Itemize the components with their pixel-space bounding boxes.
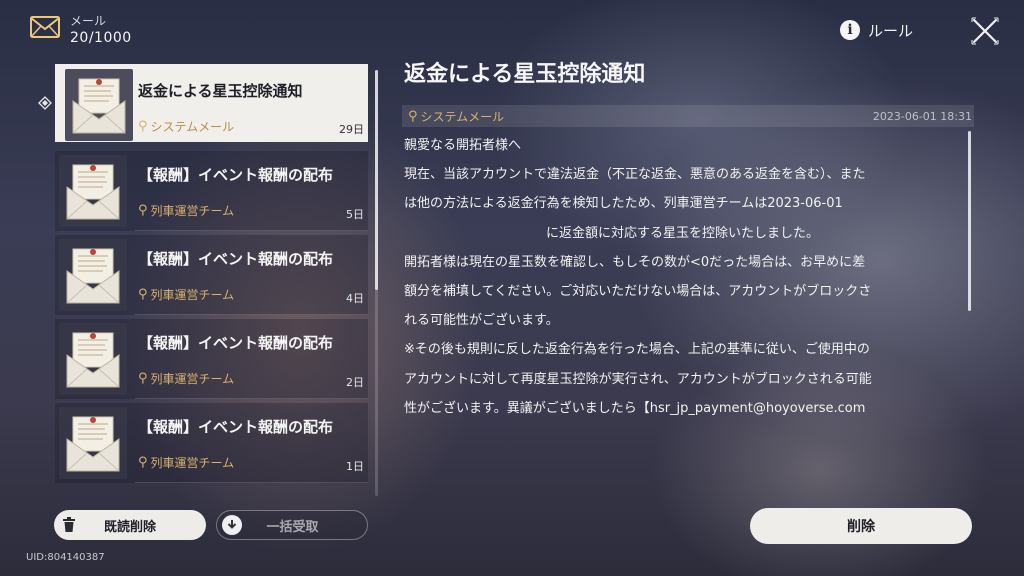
sender-pin-icon: ⚲ (138, 371, 148, 386)
rule-label: ルール (868, 21, 914, 40)
delete-read-label: 既読削除 (103, 519, 156, 535)
detail-body-line: 額分を補填してください。ご対応いただけない場合は、アカウントがブロックさ (404, 284, 872, 300)
mail-sender-name: 列車運営チーム (150, 372, 235, 386)
mail-thumbnail (65, 69, 133, 141)
mail-sender-name: 列車運営チーム (150, 204, 235, 218)
mail-subject: 【報酬】イベント報酬の配布 (138, 334, 334, 352)
detail-title: 返金による星玉控除通知 (404, 62, 646, 87)
mail-thumbnail (59, 407, 127, 479)
mail-list-item[interactable]: 【報酬】イベント報酬の配布 ⚲ 列車運営チーム 5日 (55, 151, 368, 231)
mail-age: 29日 (339, 123, 364, 136)
mail-list-item[interactable]: 【報酬】イベント報酬の配布 ⚲ 列車運営チーム 4日 (55, 235, 368, 315)
mail-list-item[interactable]: 【報酬】イベント報酬の配布 ⚲ 列車運営チーム 2日 (55, 319, 368, 399)
mail-envelope-icon (30, 16, 60, 38)
mail-sender-name: 列車運営チーム (150, 456, 235, 470)
mail-sender: ⚲ 列車運営チーム (138, 370, 234, 387)
mail-sender-name: システムメール (150, 120, 235, 134)
info-icon: i (840, 20, 860, 40)
mail-age: 4日 (346, 292, 364, 305)
detail-body-line: アカウントに対して再度星玉控除が実行され、アカウントがブロックされる可能 (404, 371, 872, 387)
item-divider (135, 482, 368, 483)
mail-sender: ⚲ システムメール (138, 118, 234, 135)
delete-button[interactable]: 削除 (750, 508, 972, 544)
detail-body-line: 親愛なる開拓者様へ (404, 138, 522, 153)
detail-scrollbar[interactable] (968, 131, 971, 311)
detail-body-line: 現在、当該アカウントで違法返金（不正な返金、悪意のある返金を含む）、また (404, 167, 866, 183)
detail-body-line: 開拓者様は現在の星玉数を確認し、もしその数が<0だった場合は、お早めに差 (404, 254, 866, 270)
mail-list-item[interactable]: 【報酬】イベント報酬の配布 ⚲ 列車運営チーム 1日 (55, 403, 368, 483)
mail-count: 20/1000 (70, 30, 132, 46)
mail-sender: ⚲ 列車運営チーム (138, 202, 234, 219)
uid-text: UID:804140387 (26, 552, 105, 563)
mail-list: 返金による星玉控除通知 ⚲ システムメール 29日 【報酬】イベント報酬の配布 ⚲ 列車運営… (55, 64, 368, 487)
detail-sender: ⚲ システムメール (408, 108, 504, 125)
close-x-icon[interactable] (968, 14, 1002, 48)
mail-age: 2日 (346, 376, 364, 389)
detail-body-line: は他の方法による返金行為を検知したため、列車運営チームは2023-06-01 (404, 196, 843, 212)
mail-age: 5日 (346, 208, 364, 221)
mail-label: メール (70, 14, 107, 28)
mail-subject: 返金による星玉控除通知 (138, 82, 303, 100)
mail-thumbnail (59, 155, 127, 227)
mail-thumbnail (59, 323, 127, 395)
mail-subject: 【報酬】イベント報酬の配布 (138, 166, 334, 184)
item-divider (135, 230, 368, 231)
detail-body[interactable]: 親愛なる開拓者様へ現在、当該アカウントで違法返金（不正な返金、悪意のある返金を含… (404, 131, 964, 439)
trash-icon (60, 516, 78, 534)
download-arrow-icon (222, 515, 242, 535)
item-divider (135, 398, 368, 399)
sender-pin-icon: ⚲ (408, 108, 418, 124)
mail-thumbnail (59, 239, 127, 311)
mail-sender: ⚲ 列車運営チーム (138, 286, 234, 303)
sender-pin-icon: ⚲ (138, 203, 148, 218)
delete-label: 削除 (847, 519, 875, 535)
detail-body-line: 性がございます。異議がございましたら【hsr_jp_payment@hoyove… (404, 400, 866, 416)
sender-pin-icon: ⚲ (138, 287, 148, 302)
detail-body-line: ※その後も規則に反した返金行為を行った場合、上記の基準に従い、ご使用中の (404, 342, 870, 358)
sender-pin-icon: ⚲ (138, 119, 148, 134)
detail-date: 2023-06-01 18:31 (872, 109, 972, 123)
mail-age: 1日 (346, 460, 364, 473)
receive-all-label: 一括受取 (266, 519, 319, 535)
mail-sender-name: 列車運営チーム (150, 288, 235, 302)
sender-pin-icon: ⚲ (138, 455, 148, 470)
detail-sender-name: システムメール (420, 109, 505, 124)
receive-all-button[interactable]: 一括受取 (216, 510, 368, 540)
mail-subject: 【報酬】イベント報酬の配布 (138, 250, 334, 268)
mail-list-scroll-thumb[interactable] (375, 70, 378, 290)
mail-list-item[interactable]: 返金による星玉控除通知 ⚲ システムメール 29日 (55, 64, 368, 142)
mail-subject: 【報酬】イベント報酬の配布 (138, 418, 334, 436)
selection-indicator-icon (38, 96, 52, 110)
item-divider (135, 314, 368, 315)
rule-button[interactable]: i ルール (840, 17, 913, 43)
detail-body-line: れる可能性がございます。 (404, 313, 559, 329)
delete-read-button[interactable]: 既読削除 (54, 510, 206, 540)
mail-sender: ⚲ 列車運営チーム (138, 454, 234, 471)
detail-body-line: に返金額に対応する星玉を控除いたしました。 (546, 225, 820, 241)
detail-header: ⚲ システムメール 2023-06-01 18:31 (402, 105, 974, 127)
